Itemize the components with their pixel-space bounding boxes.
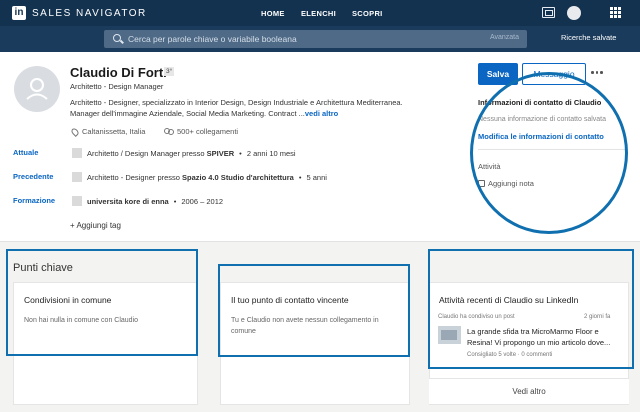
profile-card: Claudio Di Forti 3° Architetto - Design … (0, 52, 640, 242)
location: Caltanissetta, Italia (70, 126, 146, 137)
nav-item-elenchi[interactable]: ELENCHI (301, 9, 336, 18)
person-icon (26, 78, 48, 100)
see-more-link[interactable]: vedi altro (305, 109, 338, 118)
connections[interactable]: 500+ collegamenti (164, 127, 238, 136)
advanced-search-link[interactable]: Avanzata (490, 34, 519, 41)
current-company[interactable]: SPIVER (207, 149, 235, 158)
current-label: Attuale (13, 148, 39, 157)
add-tag-button[interactable]: + Aggiungi tag (70, 221, 121, 230)
summary-text: Architetto - Designer, specializzato in … (70, 98, 403, 118)
search-icon (113, 34, 121, 42)
highlight-box (218, 264, 410, 357)
search-box[interactable]: Avanzata (104, 30, 527, 48)
profile-summary: Architetto - Designer, specializzato in … (70, 97, 410, 119)
linkedin-logo[interactable]: in (12, 6, 26, 20)
nav-item-scopri[interactable]: SCOPRI (352, 9, 383, 18)
previous-position-text: Architetto - Designer presso (87, 172, 183, 182)
more-options-icon[interactable] (591, 71, 603, 74)
connections-icon (164, 128, 174, 135)
messages-icon[interactable] (542, 7, 555, 18)
previous-position: Architetto - Designer presso Spazio 4.0 … (72, 172, 327, 182)
profile-headline: Architetto - Design Manager (70, 82, 164, 91)
separator-dot: • (298, 172, 302, 182)
search-bar-row: Avanzata (0, 26, 640, 52)
connections-text[interactable]: 500+ collegamenti (177, 127, 238, 136)
profile-name: Claudio Di Forti (70, 65, 167, 80)
top-navigation-bar: in SALES NAVIGATOR HOME ELENCHI SCOPRI (0, 0, 640, 26)
education-school[interactable]: universita kore di enna (87, 197, 169, 206)
current-duration: 2 anni 10 mesi (246, 148, 296, 158)
connection-degree-badge: 3° (164, 67, 175, 76)
see-more-button[interactable]: Vedi altro (429, 378, 629, 404)
current-position: Architetto / Design Manager presso SPIVE… (72, 148, 296, 158)
add-tag-label: Aggiungi tag (76, 221, 121, 230)
school-logo-icon (72, 196, 82, 206)
plus-icon: + (70, 221, 75, 230)
saved-searches-link[interactable]: Ricerche salvate (561, 33, 616, 42)
nav-item-home[interactable]: HOME (261, 9, 285, 18)
user-avatar[interactable] (567, 6, 581, 20)
previous-company[interactable]: Spazio 4.0 Studio d'architettura (182, 173, 294, 182)
location-pin-icon (70, 126, 80, 137)
company-logo-icon (72, 148, 82, 158)
brand-title[interactable]: SALES NAVIGATOR (32, 8, 147, 19)
separator-dot: • (239, 148, 242, 158)
search-input[interactable] (128, 33, 488, 45)
education-years: 2006 – 2012 (181, 196, 224, 206)
current-position-text: Architetto / Design Manager presso (87, 148, 207, 158)
profile-avatar (14, 66, 60, 112)
highlight-box (428, 249, 634, 369)
previous-duration: 5 anni (306, 172, 327, 182)
apps-grid-icon[interactable] (610, 7, 621, 18)
location-text: Caltanissetta, Italia (82, 127, 146, 136)
previous-label: Precedente (13, 172, 54, 181)
company-logo-icon (72, 172, 82, 182)
education-label: Formazione (13, 196, 56, 205)
education: universita kore di enna • 2006 – 2012 (72, 196, 223, 206)
highlight-box (6, 249, 198, 356)
highlight-circle (470, 72, 628, 234)
separator-dot: • (173, 196, 177, 206)
